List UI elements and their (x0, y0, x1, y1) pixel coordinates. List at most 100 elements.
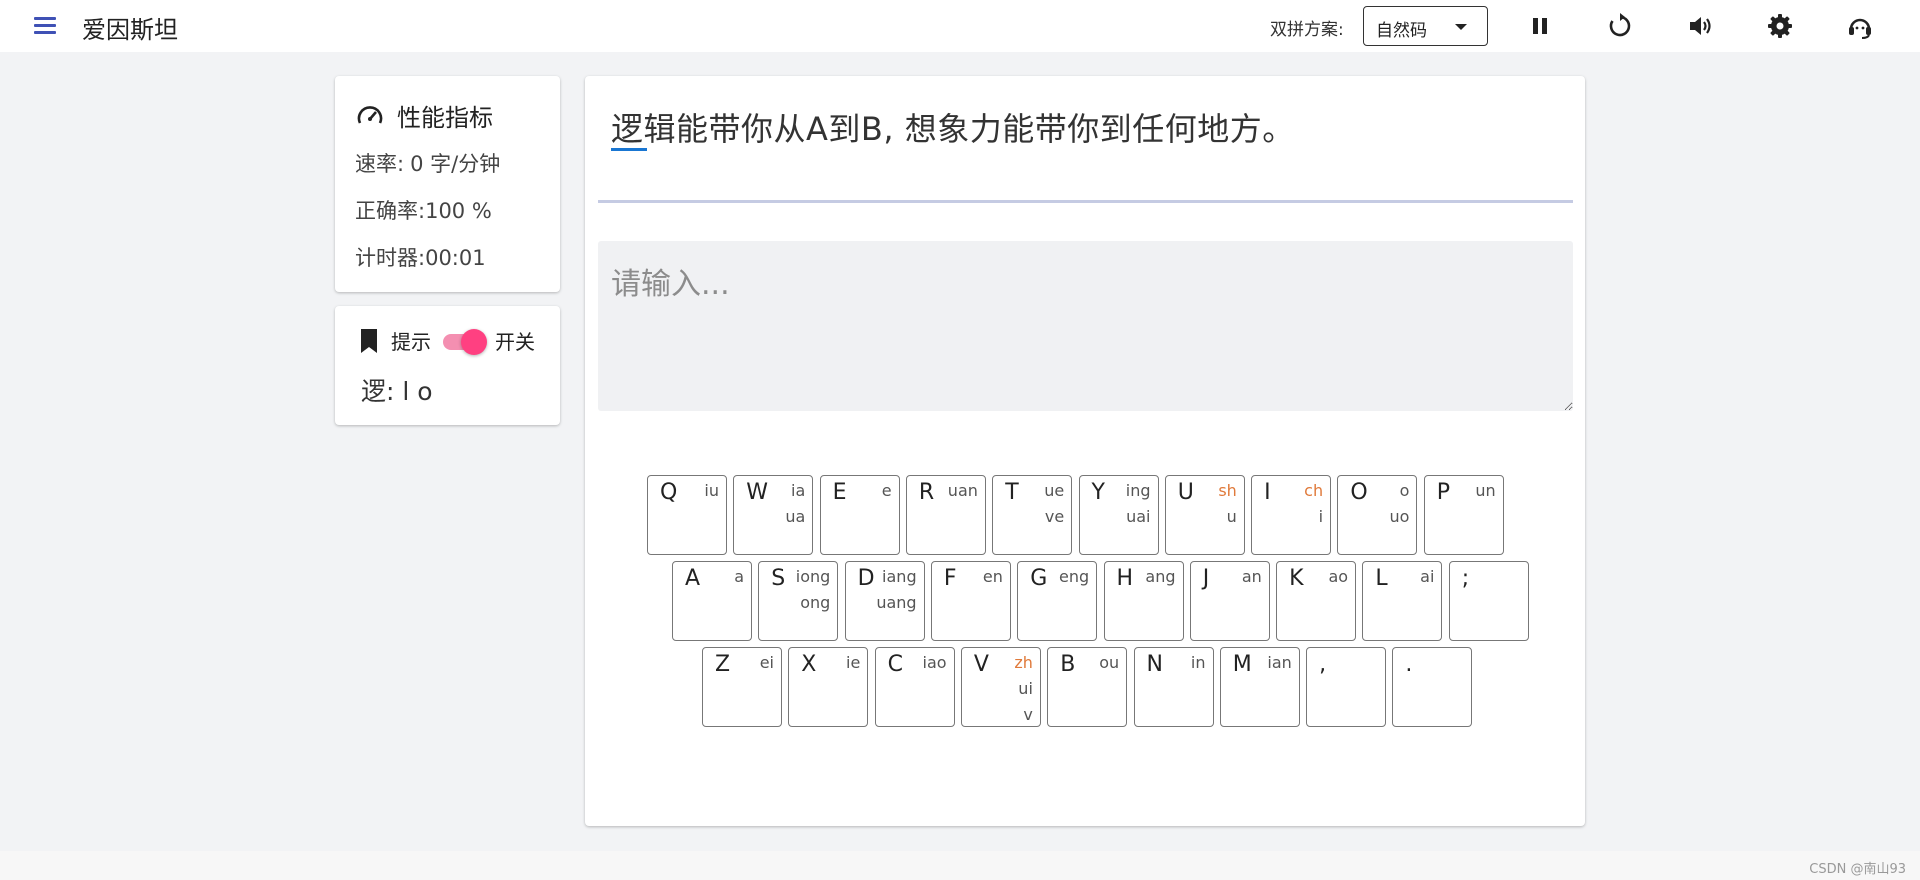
key-semicolon[interactable]: ; (1448, 561, 1529, 641)
key-finals: ian (1267, 653, 1292, 672)
key-letter: N (1146, 652, 1163, 677)
key-q[interactable]: Qiu (647, 475, 727, 555)
key-h[interactable]: Hang (1103, 561, 1184, 641)
key-letter: W (746, 480, 769, 505)
menu-icon[interactable] (32, 14, 58, 38)
restart-icon (1609, 13, 1631, 37)
key-letter: K (1289, 566, 1304, 591)
volume-button[interactable] (1684, 10, 1716, 42)
key-y[interactable]: Ying uai (1078, 475, 1159, 555)
key-g[interactable]: Geng (1017, 561, 1098, 641)
key-o[interactable]: Oo uo (1337, 475, 1418, 555)
key-v[interactable]: Vzh ui v (960, 647, 1041, 727)
settings-button[interactable] (1764, 10, 1796, 42)
key-finals: ch (1304, 481, 1324, 500)
key-letter: M (1232, 652, 1252, 677)
key-d[interactable]: Diang uang (844, 561, 925, 641)
key-finals: o (1399, 481, 1410, 500)
key-i[interactable]: Ich i (1251, 475, 1332, 555)
key-letter: A (685, 566, 701, 591)
accuracy-label: 正确率: (355, 199, 426, 223)
key-x[interactable]: Xie (788, 647, 869, 727)
key-letter: V (973, 652, 989, 677)
key-p[interactable]: Pun (1423, 475, 1504, 555)
metrics-title: 性能指标 (397, 104, 493, 132)
key-finals: un (1475, 481, 1496, 500)
current-char-indicator (611, 148, 647, 151)
key-l[interactable]: Lai (1362, 561, 1443, 641)
key-finals: ie (846, 653, 861, 672)
restart-button[interactable] (1604, 10, 1636, 42)
key-b[interactable]: Bou (1047, 647, 1128, 727)
key-comma[interactable]: , (1306, 647, 1387, 727)
key-letter: Y (1091, 480, 1105, 505)
settings-icon (1768, 14, 1792, 38)
key-u[interactable]: Ush u (1164, 475, 1245, 555)
key-letter: B (1060, 652, 1076, 677)
key-letter: R (918, 480, 935, 505)
accuracy-row: 正确率:100 % (355, 195, 492, 225)
chevron-down-icon (1455, 24, 1467, 30)
key-finals: uang (876, 593, 917, 612)
key-letter: L (1375, 566, 1388, 591)
key-letter: S (771, 566, 786, 591)
key-finals: u (1226, 507, 1237, 526)
key-j[interactable]: Jan (1189, 561, 1270, 641)
volume-icon (1690, 17, 1711, 35)
scheme-select[interactable]: 自然码 (1363, 6, 1488, 46)
key-s[interactable]: Siong ong (758, 561, 839, 641)
key-letter: G (1030, 566, 1048, 591)
key-a[interactable]: Aa (672, 561, 752, 641)
key-finals: ing (1125, 481, 1151, 500)
metrics-card: 性能指标 速率: 0 字/分钟 正确率:100 % 计时器:00:01 (335, 76, 560, 292)
speed-label: 速率: (355, 152, 405, 176)
key-finals: uo (1389, 507, 1410, 526)
key-w[interactable]: Wia ua (733, 475, 814, 555)
key-t[interactable]: Tue ve (992, 475, 1073, 555)
key-finals: ve (1044, 507, 1065, 526)
hint-label: 提示 (391, 330, 431, 354)
key-letter: X (801, 652, 817, 677)
accuracy-value: 100 % (425, 199, 492, 223)
key-letter: Z (715, 652, 731, 677)
char-hint: 逻: l o (361, 377, 433, 406)
key-finals: eng (1059, 567, 1090, 586)
key-k[interactable]: Kao (1276, 561, 1357, 641)
headset-button[interactable] (1844, 10, 1876, 42)
speedometer-icon (357, 105, 383, 124)
practice-card: 逻辑能带你从A到B, 想象力能带你到任何地方。 QiuWiauaEeRuanTu… (585, 76, 1585, 826)
key-finals: iang (882, 567, 917, 586)
hint-switch-label: 开关 (495, 330, 535, 354)
key-letter: P (1436, 480, 1450, 505)
pause-button[interactable] (1524, 10, 1556, 42)
hint-header: 提示 开关 (357, 326, 535, 355)
key-finals: ong (800, 593, 831, 612)
key-f[interactable]: Fen (930, 561, 1011, 641)
key-e[interactable]: Ee (819, 475, 900, 555)
key-finals: ua (785, 507, 806, 526)
key-letter: O (1350, 480, 1368, 505)
headset-icon (1849, 18, 1871, 39)
key-r[interactable]: Ruan (905, 475, 986, 555)
key-letter: F (943, 566, 957, 591)
hint-toggle[interactable] (441, 327, 487, 355)
key-finals: v (1023, 705, 1033, 724)
key-letter: I (1264, 480, 1271, 505)
key-letter: D (857, 566, 875, 591)
key-letter: , (1319, 652, 1327, 677)
key-finals: iong (795, 567, 831, 586)
typing-input[interactable] (598, 241, 1573, 411)
key-c[interactable]: Ciao (874, 647, 955, 727)
key-finals: iu (704, 481, 719, 500)
key-m[interactable]: Mian (1219, 647, 1300, 727)
key-letter: U (1177, 480, 1194, 505)
key-period[interactable]: . (1392, 647, 1473, 727)
timer-value: 00:01 (425, 246, 486, 270)
key-letter: T (1005, 480, 1019, 505)
key-finals: zh (1014, 653, 1033, 672)
key-finals: ei (759, 653, 774, 672)
scheme-select-value: 自然码 (1376, 21, 1427, 41)
key-finals: ue (1044, 481, 1065, 500)
key-z[interactable]: Zei (702, 647, 782, 727)
key-n[interactable]: Nin (1133, 647, 1214, 727)
